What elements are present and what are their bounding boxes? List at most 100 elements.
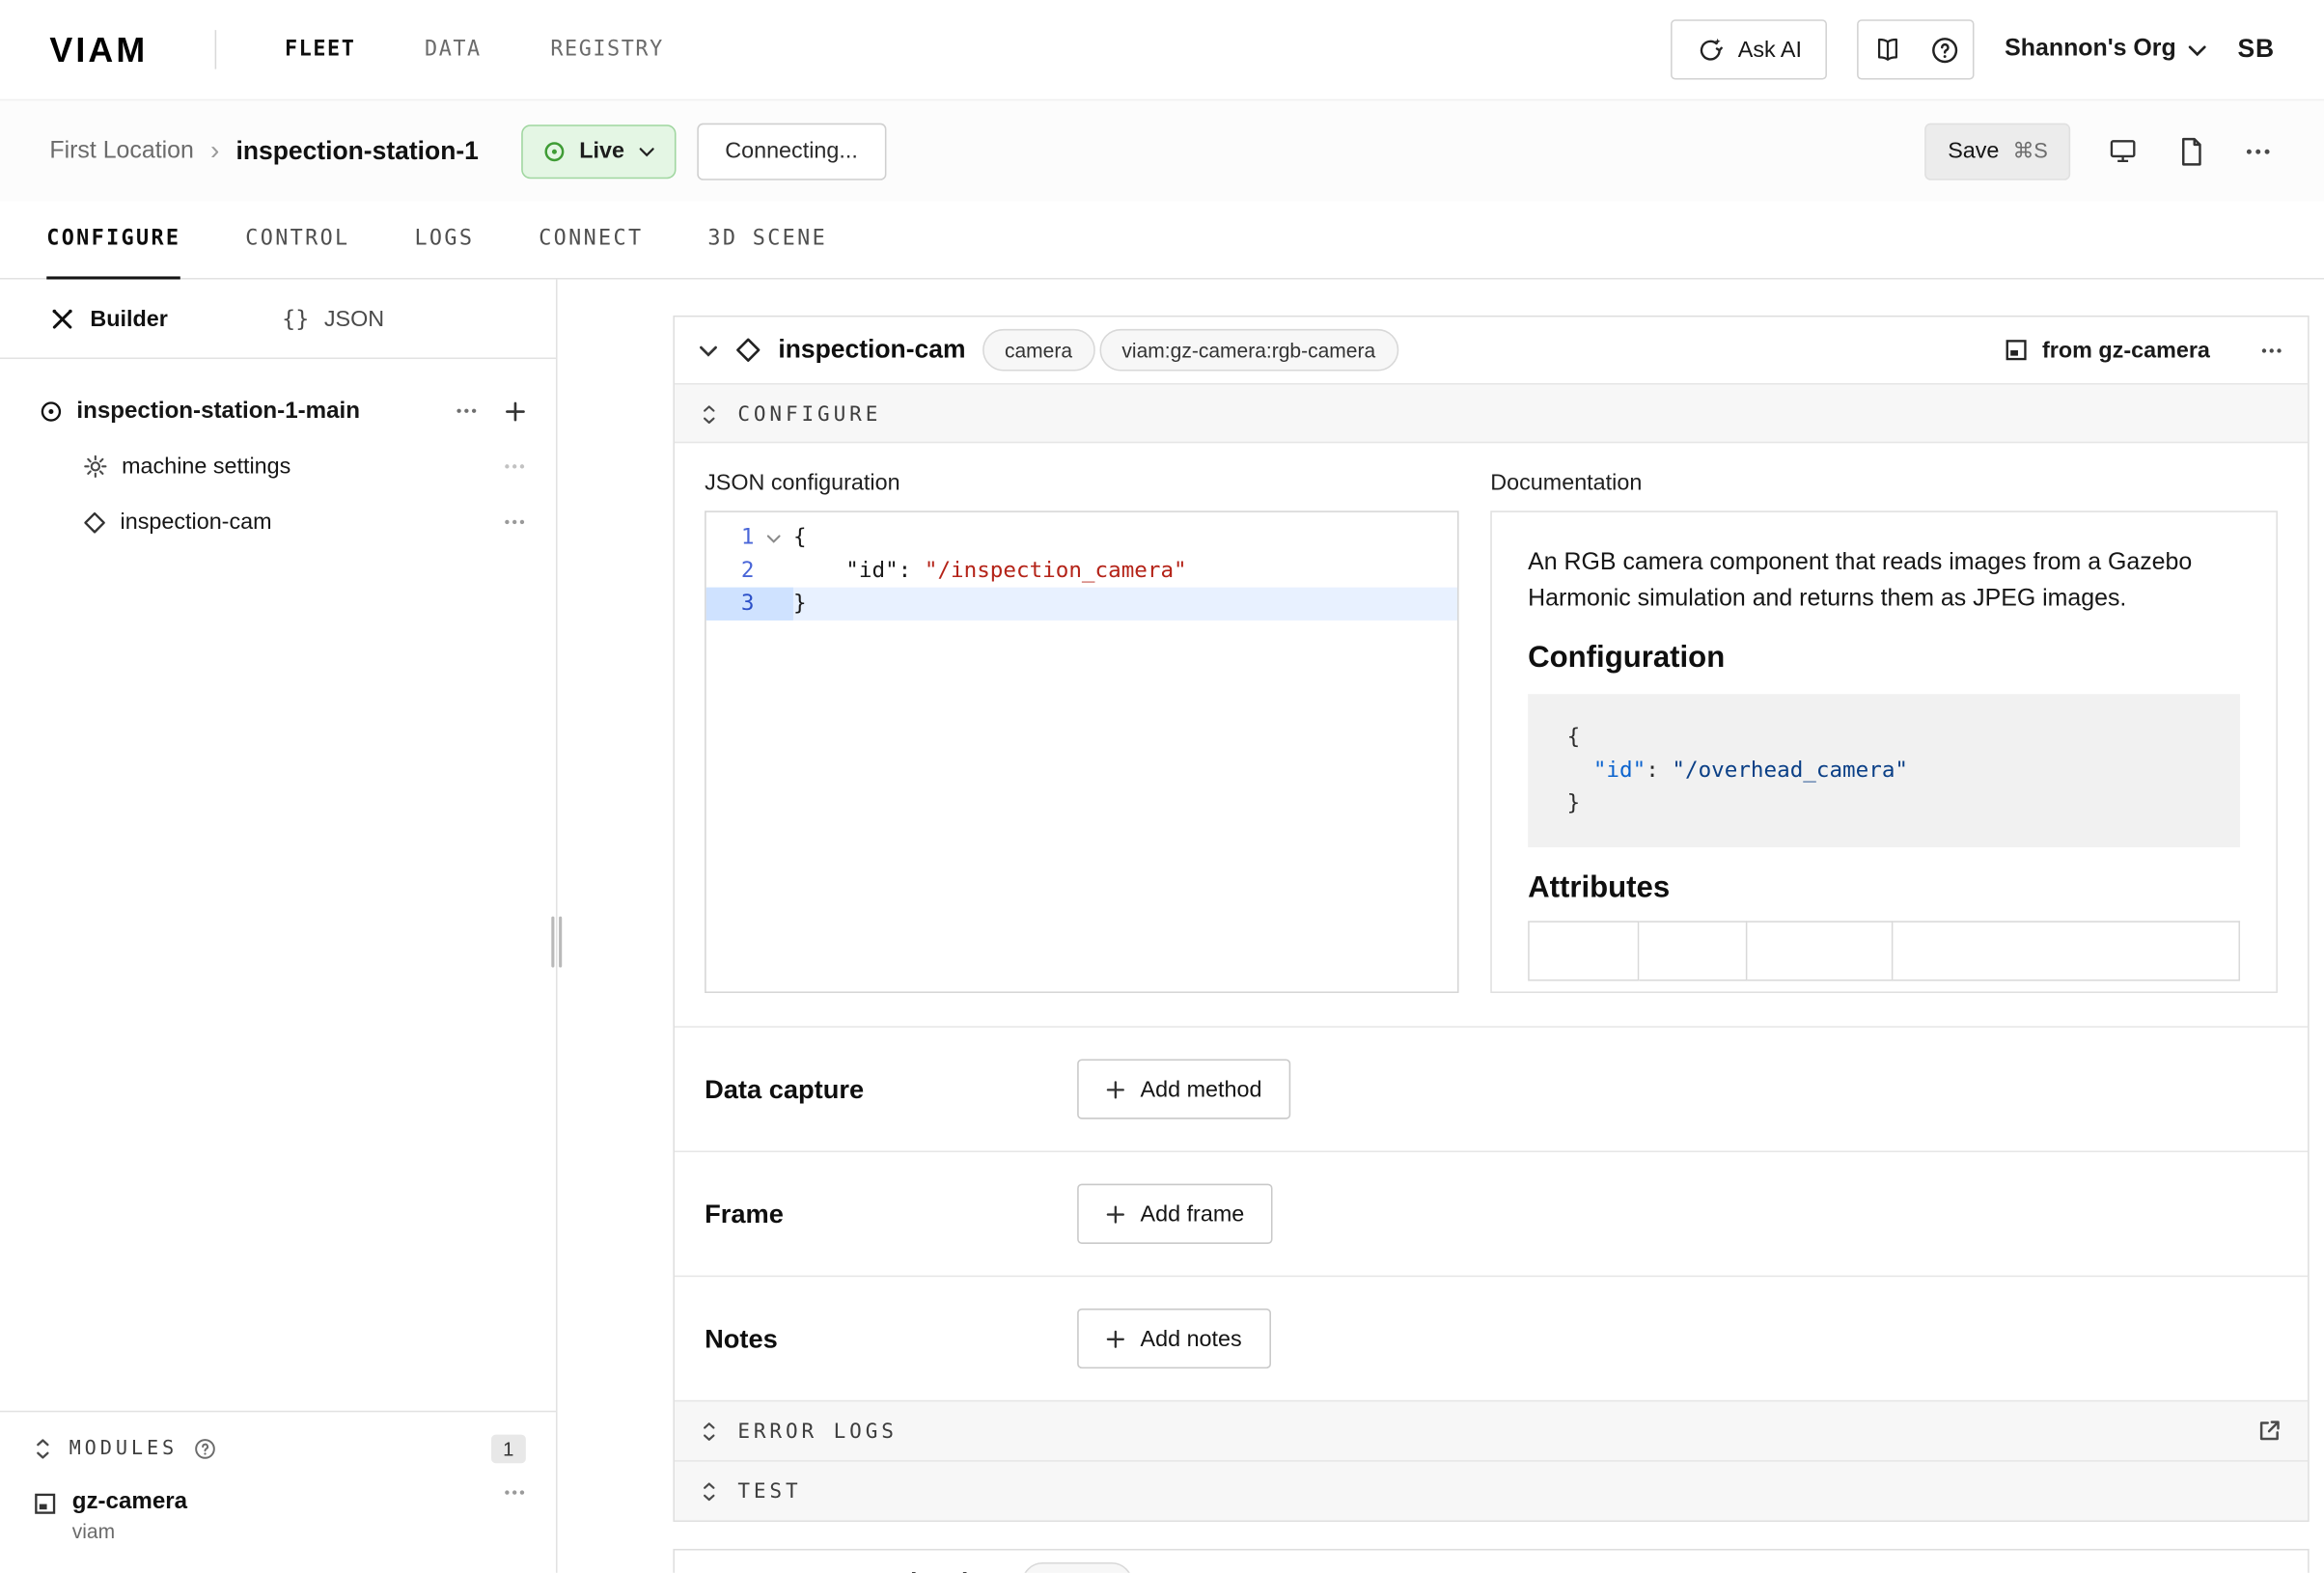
viam-logo[interactable]: VIAM <box>49 29 148 69</box>
save-button[interactable]: Save ⌘S <box>1925 123 2070 179</box>
save-shortcut: ⌘S <box>2012 138 2047 163</box>
add-method-button[interactable]: Add method <box>1077 1059 1290 1118</box>
tab-connect[interactable]: CONNECT <box>539 202 643 280</box>
doc-code-indent <box>1567 759 1593 783</box>
breadcrumb-location[interactable]: First Location <box>49 137 194 164</box>
tab-configure[interactable]: CONFIGURE <box>46 202 180 280</box>
json-config-column: JSON configuration 1 { <box>705 470 1458 993</box>
sidebar-resize-handle[interactable] <box>548 917 565 968</box>
module-type-pill: module <box>1022 1562 1134 1573</box>
gear-icon <box>83 454 108 479</box>
configure-section-bar[interactable]: CONFIGURE <box>675 383 2308 443</box>
json-config-label: JSON configuration <box>705 470 1458 495</box>
nav-item-data[interactable]: DATA <box>425 38 482 62</box>
collapse-unfold-icon <box>33 1438 52 1460</box>
machine-part-icon <box>39 399 63 423</box>
attributes-heading: Attributes <box>1528 871 2240 906</box>
add-frame-label: Add frame <box>1141 1201 1245 1227</box>
modules-section: MODULES 1 <box>0 1411 556 1573</box>
inspection-cam-more-menu[interactable] <box>503 518 525 526</box>
machine-settings-more-menu[interactable] <box>503 462 525 470</box>
editor-line-1: 1 { <box>706 521 1457 554</box>
modules-count-badge: 1 <box>491 1435 526 1464</box>
component-diamond-icon <box>83 510 107 534</box>
from-module-label[interactable]: from gz-camera <box>2042 337 2210 362</box>
machine-more-menu[interactable] <box>2242 144 2275 159</box>
code-indent <box>793 559 845 583</box>
module-icon <box>33 1492 57 1516</box>
plus-icon <box>1106 1204 1125 1224</box>
machine-monitor-button[interactable] <box>2105 134 2141 169</box>
builder-mode-toggle[interactable]: Builder <box>49 306 167 331</box>
org-name: Shannon's Org <box>2005 36 2176 63</box>
frame-label: Frame <box>705 1198 1077 1229</box>
component-more-menu[interactable] <box>2259 346 2283 354</box>
json-mode-toggle[interactable]: {} JSON <box>282 305 384 332</box>
doc-code-open: { <box>1567 721 2201 754</box>
help-question-icon[interactable] <box>1916 21 1973 78</box>
org-switcher[interactable]: Shannon's Org <box>2005 36 2207 63</box>
main-part-name: inspection-station-1-main <box>76 398 360 425</box>
user-avatar[interactable]: SB <box>2238 35 2275 65</box>
json-label: JSON <box>324 306 384 331</box>
json-braces-icon: {} <box>282 305 309 332</box>
nav-item-registry[interactable]: REGISTRY <box>550 38 663 62</box>
tree-item-machine-settings[interactable]: machine settings <box>0 439 556 495</box>
live-label: Live <box>579 138 624 163</box>
line-number: 1 <box>706 521 755 554</box>
add-component-button[interactable] <box>505 400 526 422</box>
ask-ai-button[interactable]: Ask AI <box>1671 19 1828 79</box>
json-config-editor[interactable]: 1 { 2 <box>705 511 1458 993</box>
notes-row: Notes Add notes <box>675 1276 2308 1400</box>
card-collapse-chevron-icon[interactable] <box>699 344 718 357</box>
machine-name: inspection-station-1 <box>235 136 478 166</box>
machine-status-bar: First Location › inspection-station-1 Li… <box>0 99 2324 202</box>
documentation-panel[interactable]: An RGB camera component that reads image… <box>1490 511 2278 993</box>
doc-code-close: } <box>1567 787 2201 820</box>
add-notes-label: Add notes <box>1141 1326 1242 1351</box>
module-card-title: gz-camera by viam <box>777 1568 1006 1573</box>
part-more-menu[interactable] <box>456 407 478 415</box>
connecting-button[interactable]: Connecting... <box>697 123 887 179</box>
tab-logs[interactable]: LOGS <box>414 202 474 280</box>
add-notes-button[interactable]: Add notes <box>1077 1309 1270 1368</box>
code-separator: : <box>899 559 925 583</box>
configuration-heading: Configuration <box>1528 642 2240 676</box>
docs-book-icon[interactable] <box>1859 21 1916 78</box>
tree-item-main-part[interactable]: inspection-station-1-main <box>0 383 556 439</box>
line-number: 3 <box>706 588 755 621</box>
nav-divider <box>214 30 216 69</box>
module-list-item[interactable]: gz-camera viam <box>33 1489 526 1543</box>
module-more-menu[interactable] <box>503 1489 525 1497</box>
plus-icon <box>1106 1079 1125 1098</box>
component-pills: camera viam:gz-camera:rgb-camera <box>982 329 1398 372</box>
live-status-dropdown[interactable]: Live <box>520 124 675 178</box>
viam-machine-page: VIAM FLEET DATA REGISTRY Ask AI <box>0 0 2324 1573</box>
config-sidebar: Builder {} JSON inspection-station-1-mai… <box>0 280 558 1573</box>
fold-chevron-icon[interactable] <box>754 521 792 554</box>
plus-icon <box>1106 1329 1125 1348</box>
top-nav: VIAM FLEET DATA REGISTRY Ask AI <box>0 0 2324 99</box>
collapse-unfold-icon <box>700 403 718 425</box>
attributes-table-cell <box>1528 921 1640 980</box>
inspection-cam-label: inspection-cam <box>121 510 272 535</box>
component-model-pill: viam:gz-camera:rgb-camera <box>1099 329 1397 372</box>
editor-line-3-active: 3 } <box>706 588 1457 621</box>
error-logs-section-bar[interactable]: ERROR LOGS <box>675 1400 2308 1460</box>
machine-tabs: CONFIGURE CONTROL LOGS CONNECT 3D SCENE <box>0 202 2324 280</box>
nav-item-fleet[interactable]: FLEET <box>285 38 355 62</box>
machine-logs-document-button[interactable] <box>2175 133 2207 169</box>
tab-control[interactable]: CONTROL <box>245 202 349 280</box>
module-card-gz-camera: gz-camera by viam module Registry <box>673 1549 2309 1573</box>
test-section-bar[interactable]: TEST <box>675 1460 2308 1520</box>
add-frame-button[interactable]: Add frame <box>1077 1184 1273 1244</box>
modules-help-icon[interactable] <box>194 1438 216 1460</box>
tab-3d-scene[interactable]: 3D SCENE <box>707 202 827 280</box>
error-logs-external-link-icon[interactable] <box>2256 1419 2282 1444</box>
configure-section-label: CONFIGURE <box>737 401 881 426</box>
doc-code-separator: : <box>1646 759 1672 783</box>
modules-header[interactable]: MODULES 1 <box>33 1435 526 1464</box>
tree-item-inspection-cam[interactable]: inspection-cam <box>0 494 556 550</box>
breadcrumb-separator: › <box>210 135 219 167</box>
add-method-label: Add method <box>1141 1076 1262 1101</box>
